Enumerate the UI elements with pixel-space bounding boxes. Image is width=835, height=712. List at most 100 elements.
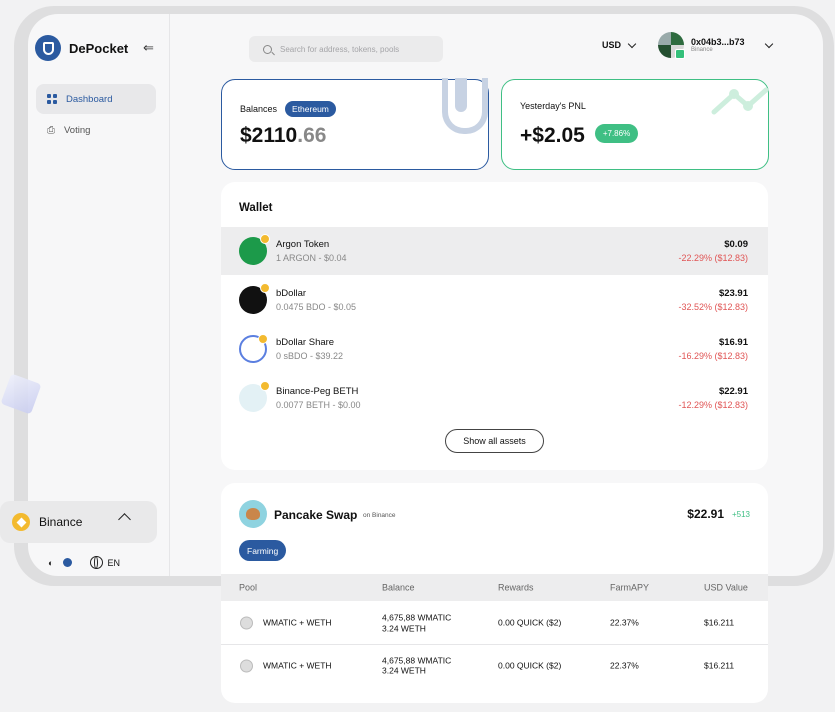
column-header: Balance bbox=[382, 581, 415, 592]
pool-token-icon bbox=[240, 616, 253, 630]
token-value: $16.91 bbox=[718, 337, 748, 348]
search-icon bbox=[263, 44, 272, 54]
chevron-down-icon bbox=[627, 39, 637, 48]
pnl-value: +$2.05 bbox=[520, 124, 585, 147]
token-value: $22.91 bbox=[718, 386, 748, 397]
shield-watermark-icon bbox=[442, 78, 488, 134]
pool-apy: 22.37% bbox=[610, 617, 639, 628]
chain-selector[interactable]: Binance bbox=[0, 501, 157, 543]
pool-apy: 22.37% bbox=[610, 660, 639, 671]
pancake-bunny-icon bbox=[239, 500, 267, 528]
show-all-assets-button[interactable]: Show all assets bbox=[445, 429, 544, 453]
protocol-change: +513 bbox=[731, 510, 750, 519]
account-address: 0x04b3...b73 bbox=[691, 36, 745, 47]
avatar bbox=[658, 32, 685, 59]
token-name: Binance-Peg BETH bbox=[276, 386, 359, 397]
pool-balance: 4,675,88 WMATIC 3.24 WETH bbox=[382, 612, 451, 633]
pool-usd-value: $16.211 bbox=[704, 660, 735, 671]
token-change: -16.29% ($12.83) bbox=[678, 351, 748, 361]
pool-token-icon bbox=[240, 659, 253, 672]
balance-line: 4,675,88 WMATIC bbox=[382, 654, 452, 665]
account-network: Binance bbox=[691, 47, 713, 54]
pool-name: WMATIC + WETH bbox=[263, 660, 332, 671]
pool-rewards: 0.00 QUICK ($2) bbox=[498, 617, 562, 628]
moon-icon[interactable]: ◐ bbox=[48, 558, 53, 568]
token-amount: 0 sBDO - $39.22 bbox=[276, 351, 344, 361]
network-badge[interactable]: Ethereum bbox=[285, 101, 336, 117]
binance-coin-icon bbox=[12, 513, 30, 531]
pool-balance: 4,675,88 WMATIC 3.24 WETH bbox=[382, 655, 451, 676]
bdollar-token-icon bbox=[239, 283, 270, 314]
pancake-swap-card: Pancake Swap on Binance $22.91 +513 Farm… bbox=[221, 483, 768, 703]
pnl-label: Yesterday's PNL bbox=[520, 101, 586, 111]
balance-line: 3.24 WETH bbox=[382, 623, 426, 633]
bdollar-share-token-icon bbox=[239, 334, 268, 363]
protocol-value: $22.91 bbox=[687, 507, 724, 521]
currency-label: USD bbox=[602, 40, 622, 50]
token-value: $23.91 bbox=[718, 288, 748, 299]
token-change: -32.52% ($12.83) bbox=[678, 302, 748, 312]
sidebar-item-dashboard[interactable]: Dashboard bbox=[36, 84, 156, 114]
protocol-title: Pancake Swap bbox=[274, 508, 358, 522]
token-change: -22.29% ($12.83) bbox=[678, 253, 748, 263]
table-header: Pool Balance Rewards FarmAPY USD Value bbox=[221, 574, 768, 601]
app-logo[interactable]: DePocket bbox=[35, 35, 128, 61]
ballot-box-icon: ⎙ bbox=[47, 124, 55, 136]
balances-label: Balances bbox=[240, 104, 278, 114]
column-header: FarmAPY bbox=[610, 581, 650, 592]
beth-token-icon bbox=[239, 381, 270, 412]
token-name: Argon Token bbox=[276, 239, 330, 250]
language-label[interactable]: EN bbox=[107, 558, 120, 568]
token-row[interactable]: bDollar 0.0475 BDO - $0.05 $23.91 -32.52… bbox=[221, 276, 768, 324]
chain-name: Binance bbox=[39, 515, 83, 529]
token-amount: 1 ARGON - $0.04 bbox=[276, 253, 347, 263]
balance-line: 3.24 WETH bbox=[382, 665, 426, 676]
theme-toggle[interactable] bbox=[63, 558, 73, 567]
wallet-title: Wallet bbox=[239, 202, 273, 214]
column-header: Pool bbox=[239, 581, 258, 592]
pool-rewards: 0.00 QUICK ($2) bbox=[498, 660, 562, 671]
pnl-amount: +$2.05 +7.86% bbox=[520, 123, 639, 148]
globe-icon[interactable] bbox=[90, 556, 104, 569]
protocol-network: on Binance bbox=[363, 512, 396, 519]
collapse-sidebar-icon[interactable]: ⇐ bbox=[143, 40, 154, 56]
sidebar-item-label: Dashboard bbox=[66, 93, 113, 105]
token-change: -12.29% ($12.83) bbox=[678, 400, 748, 410]
token-name: bDollar bbox=[276, 288, 307, 299]
balance-line: 4,675,88 WMATIC bbox=[382, 612, 452, 623]
balance-amount: $2110.66 bbox=[240, 124, 326, 148]
pnl-card: Yesterday's PNL +$2.05 +7.86% bbox=[501, 79, 769, 170]
balance-decimals: .66 bbox=[297, 124, 327, 147]
pool-name: WMATIC + WETH bbox=[263, 617, 332, 628]
balances-card: Balances Ethereum $2110.66 bbox=[221, 78, 489, 170]
chevron-down-icon bbox=[764, 39, 773, 48]
wallet-card: Wallet Argon Token 1 ARGON - $0.04 $0.09… bbox=[221, 182, 768, 470]
dashboard-grid-icon bbox=[47, 94, 57, 104]
sidebar-item-label: Voting bbox=[64, 124, 91, 136]
balance-integer: $2110 bbox=[240, 124, 298, 147]
currency-selector[interactable]: USD bbox=[602, 39, 637, 50]
pool-usd-value: $16.211 bbox=[704, 617, 735, 628]
argon-token-icon bbox=[239, 234, 270, 265]
logo-shield-icon bbox=[35, 35, 61, 61]
search-bar[interactable] bbox=[249, 36, 443, 62]
token-amount: 0.0077 BETH - $0.00 bbox=[276, 400, 361, 410]
sidebar-item-voting[interactable]: ⎙ Voting bbox=[36, 115, 156, 145]
token-value: $0.09 bbox=[724, 239, 748, 250]
account-menu[interactable]: 0x04b3...b73 Binance bbox=[658, 32, 773, 59]
app-name: DePocket bbox=[69, 40, 129, 56]
column-header: USD Value bbox=[704, 581, 748, 592]
token-row[interactable]: Argon Token 1 ARGON - $0.04 $0.09 -22.29… bbox=[221, 227, 768, 275]
token-row[interactable]: Binance-Peg BETH 0.0077 BETH - $0.00 $22… bbox=[221, 374, 768, 422]
token-amount: 0.0475 BDO - $0.05 bbox=[276, 302, 357, 312]
pnl-change-badge: +7.86% bbox=[594, 123, 639, 143]
trend-line-icon bbox=[711, 87, 769, 115]
token-name: bDollar Share bbox=[276, 337, 335, 348]
table-row[interactable]: WMATIC + WETH 4,675,88 WMATIC 3.24 WETH 0… bbox=[221, 644, 768, 686]
search-input[interactable] bbox=[280, 44, 430, 54]
column-header: Rewards bbox=[498, 581, 534, 592]
theme-language-bar: ◐ EN bbox=[48, 556, 120, 569]
table-row[interactable]: WMATIC + WETH 4,675,88 WMATIC 3.24 WETH 0… bbox=[221, 602, 768, 644]
tab-farming[interactable]: Farming bbox=[239, 540, 287, 561]
token-row[interactable]: bDollar Share 0 sBDO - $39.22 $16.91 -16… bbox=[221, 325, 768, 373]
